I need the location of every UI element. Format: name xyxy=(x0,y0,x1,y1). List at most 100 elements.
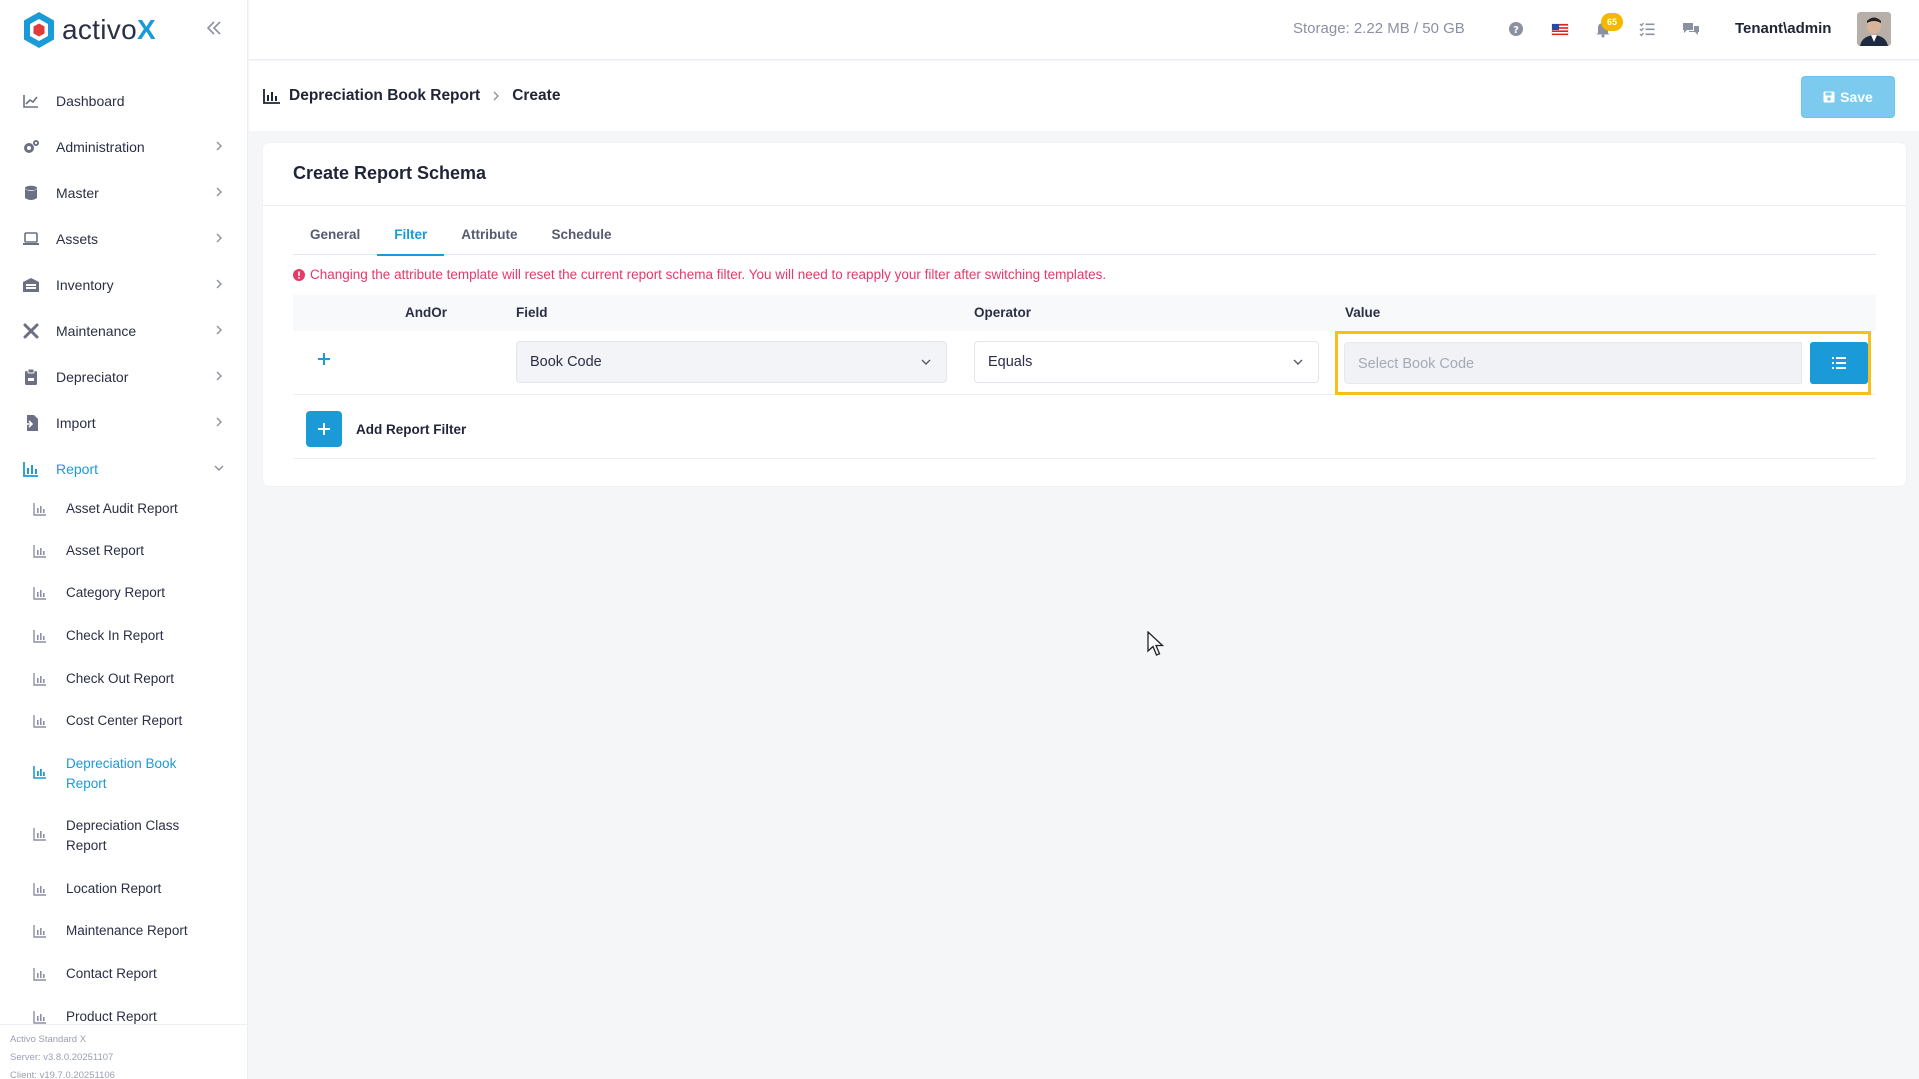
sidebar-item-master[interactable]: Master xyxy=(0,170,247,216)
save-button[interactable]: Save xyxy=(1801,76,1895,118)
report-schema-card: Create Report Schema General Filter Attr… xyxy=(263,143,1906,486)
edition-label: Activo Standard X xyxy=(10,1034,87,1045)
sidebar-item-label: Assets xyxy=(56,231,99,247)
chart-bar-icon xyxy=(33,925,46,938)
sidebar-subitem-label: Depreciation Class Report xyxy=(66,818,180,853)
sidebar-item-maintenance[interactable]: Maintenance xyxy=(0,308,247,354)
activo-logo-icon xyxy=(24,12,54,48)
sidebar-item-inventory[interactable]: Inventory xyxy=(0,262,247,308)
sidebar-subitem-label: Category Report xyxy=(66,585,166,600)
sidebar-subitem-label: Contact Report xyxy=(66,966,157,981)
sidebar-subitem-label: Asset Report xyxy=(66,543,145,558)
logo[interactable]: activoX xyxy=(0,0,247,60)
chevron-down-icon xyxy=(214,465,224,471)
sidebar-subitem-category-report[interactable]: Category Report xyxy=(0,577,247,620)
chart-line-icon xyxy=(23,95,38,108)
sidebar-subitem-location-report[interactable]: Location Report xyxy=(0,873,247,915)
user-avatar[interactable] xyxy=(1857,12,1891,46)
sidebar-item-label: Dashboard xyxy=(56,93,125,109)
chart-bar-icon xyxy=(33,715,46,728)
sidebar: activoX Dashboard Administration Master … xyxy=(0,0,248,1079)
sidebar-nav: Dashboard Administration Master Assets I… xyxy=(0,78,247,1043)
report-submenu: Asset Audit Report Asset Report Category… xyxy=(0,499,247,1043)
add-report-filter: Add Report Filter xyxy=(306,411,466,447)
chart-bar-icon xyxy=(23,462,38,477)
exclamation-circle-icon xyxy=(293,268,305,281)
sidebar-item-label: Master xyxy=(56,185,99,201)
chart-bar-icon xyxy=(33,503,46,516)
chevron-right-icon xyxy=(216,187,222,197)
filter-table-header: AndOr Field Operator Value xyxy=(293,295,1876,331)
collapse-sidebar-icon[interactable] xyxy=(204,18,224,38)
chevron-right-icon xyxy=(216,141,222,151)
chevron-right-icon xyxy=(216,371,222,381)
add-report-filter-button[interactable] xyxy=(306,411,342,447)
server-version: Server: v3.8.0.20251107 xyxy=(10,1052,114,1063)
help-icon[interactable]: ? xyxy=(1507,20,1525,38)
sidebar-subitem-asset-report[interactable]: Asset Report xyxy=(0,535,247,577)
sidebar-subitem-label: Check Out Report xyxy=(66,671,175,686)
sidebar-subitem-asset-audit-report[interactable]: Asset Audit Report xyxy=(0,499,247,535)
tab-general[interactable]: General xyxy=(293,221,377,255)
mouse-cursor-icon xyxy=(1147,631,1165,656)
notification-badge: 65 xyxy=(1601,13,1623,31)
sidebar-item-report[interactable]: Report xyxy=(0,446,247,492)
tab-attribute[interactable]: Attribute xyxy=(444,221,534,255)
sidebar-subitem-label: Maintenance Report xyxy=(66,923,188,938)
sidebar-subitem-check-in-report[interactable]: Check In Report xyxy=(0,620,247,663)
tasks-list-icon[interactable] xyxy=(1638,20,1656,38)
sidebar-subitem-label: Asset Audit Report xyxy=(66,501,178,516)
chart-bar-icon xyxy=(33,883,46,896)
tab-schedule[interactable]: Schedule xyxy=(535,221,629,255)
breadcrumb: Depreciation Book Report Create xyxy=(263,87,560,105)
operator-select-value: Equals xyxy=(988,354,1033,370)
plus-icon[interactable] xyxy=(316,351,332,367)
warning-text: Changing the attribute template will res… xyxy=(310,267,1107,282)
sidebar-subitem-label: Check In Report xyxy=(66,628,164,643)
breadcrumb-parent[interactable]: Depreciation Book Report xyxy=(289,87,480,105)
chart-bar-icon xyxy=(33,630,46,643)
chat-icon[interactable] xyxy=(1682,20,1700,38)
cogs-icon xyxy=(24,140,39,153)
breadcrumb-current: Create xyxy=(512,87,561,104)
sidebar-item-label: Depreciator xyxy=(56,369,129,385)
sidebar-subitem-label: Cost Center Report xyxy=(66,713,183,728)
divider xyxy=(293,458,1876,459)
sidebar-item-depreciator[interactable]: Depreciator xyxy=(0,354,247,400)
add-report-filter-label[interactable]: Add Report Filter xyxy=(356,422,466,437)
sidebar-item-label: Inventory xyxy=(56,277,114,293)
sidebar-subitem-depreciation-book-report[interactable]: Depreciation Book Report xyxy=(0,748,247,810)
filter-row: Book Code Equals Select Book Code xyxy=(293,331,1876,395)
top-header: Storage: 2.22 MB / 50 GB ? 65 Tenant\adm… xyxy=(249,0,1919,60)
sidebar-item-assets[interactable]: Assets xyxy=(0,216,247,262)
chart-bar-icon xyxy=(33,968,46,981)
field-select[interactable]: Book Code xyxy=(516,341,947,383)
sidebar-subitem-check-out-report[interactable]: Check Out Report xyxy=(0,663,247,705)
column-header-field: Field xyxy=(516,305,548,320)
book-code-input[interactable]: Select Book Code xyxy=(1344,342,1802,384)
tab-filter[interactable]: Filter xyxy=(377,221,445,256)
page-subheader: Depreciation Book Report Create Save xyxy=(249,61,1919,131)
operator-select[interactable]: Equals xyxy=(974,341,1319,383)
chevron-down-icon xyxy=(921,359,931,365)
book-code-placeholder: Select Book Code xyxy=(1358,356,1475,372)
chart-bar-icon xyxy=(263,89,280,104)
client-version: Client: v19.7.0.20251106 xyxy=(10,1070,115,1079)
chart-bar-icon xyxy=(33,673,46,686)
sidebar-item-import[interactable]: Import xyxy=(0,400,247,446)
sidebar-subitem-maintenance-report[interactable]: Maintenance Report xyxy=(0,915,247,958)
username[interactable]: Tenant\admin xyxy=(1735,20,1831,37)
sidebar-subitem-contact-report[interactable]: Contact Report xyxy=(0,958,247,1001)
avatar-image xyxy=(1857,12,1891,46)
sidebar-subitem-cost-center-report[interactable]: Cost Center Report xyxy=(0,705,247,748)
chart-bar-icon xyxy=(33,587,46,600)
sidebar-item-administration[interactable]: Administration xyxy=(0,124,247,170)
column-header-andor: AndOr xyxy=(405,305,447,320)
chart-bar-icon xyxy=(33,766,46,779)
sidebar-item-dashboard[interactable]: Dashboard xyxy=(0,78,247,124)
list-picker-button[interactable] xyxy=(1810,342,1868,384)
sidebar-subitem-depreciation-class-report[interactable]: Depreciation Class Report xyxy=(0,810,247,873)
chevron-right-icon xyxy=(216,325,222,335)
us-flag-icon[interactable] xyxy=(1551,20,1569,38)
sidebar-item-label: Maintenance xyxy=(56,323,137,339)
